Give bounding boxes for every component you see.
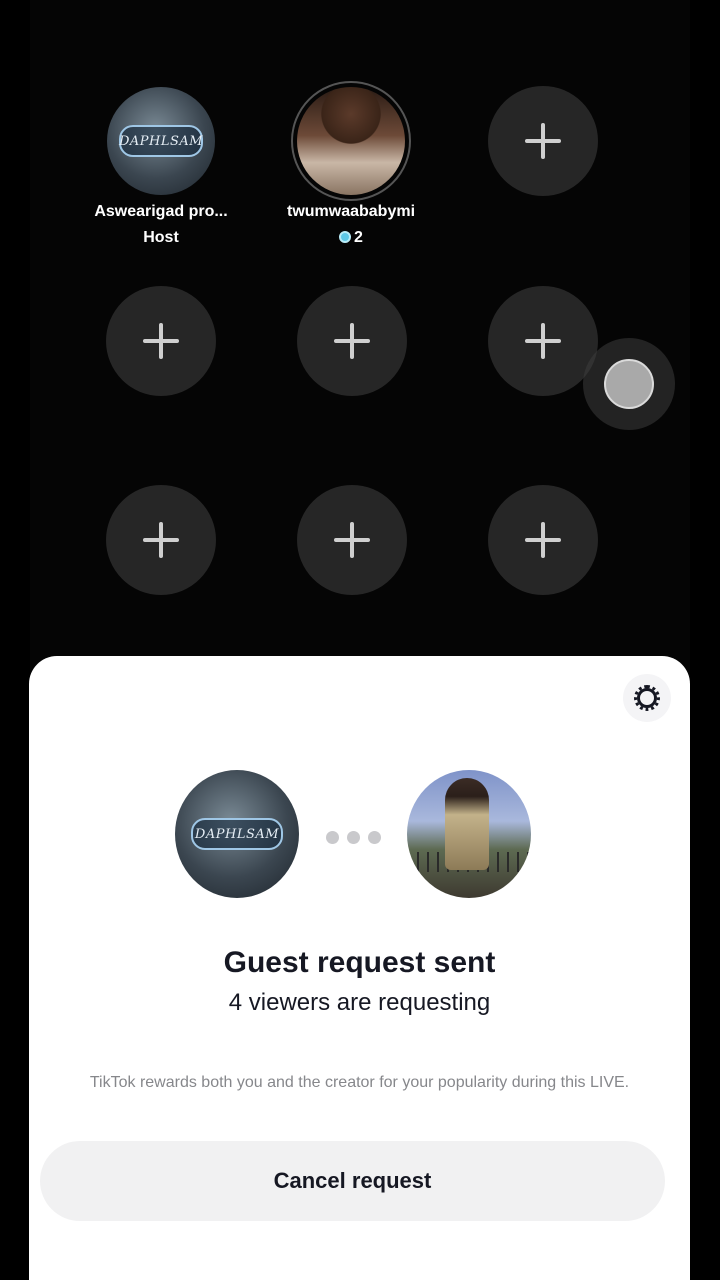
- dot: [347, 831, 360, 844]
- rewards-note: TikTok rewards both you and the creator …: [89, 1074, 630, 1091]
- cancel-request-button[interactable]: Cancel request: [40, 1141, 665, 1221]
- assistive-touch-knob: [604, 359, 654, 409]
- guest-request-sheet: DAPHLSAM Guest request sent 4 viewers ar…: [29, 656, 690, 1280]
- empty-slot[interactable]: [106, 485, 216, 595]
- plus-icon: [143, 323, 179, 359]
- empty-slot[interactable]: [297, 485, 407, 595]
- gear-icon: [634, 685, 660, 711]
- host-avatar[interactable]: DAPHLSAM: [107, 87, 215, 195]
- plus-icon: [525, 323, 561, 359]
- gem-icon: [339, 231, 352, 243]
- assistive-touch-button[interactable]: [583, 338, 675, 430]
- host-role: Host: [143, 229, 179, 246]
- person: [445, 778, 489, 870]
- settings-button[interactable]: [623, 674, 671, 722]
- plus-icon: [334, 522, 370, 558]
- guest-avatar[interactable]: [291, 81, 411, 201]
- host-name: Aswearigad pro...: [94, 203, 228, 220]
- empty-slot[interactable]: [488, 286, 598, 396]
- plus-icon: [143, 522, 179, 558]
- dot: [368, 831, 381, 844]
- guest-name: twumwaababymi: [286, 203, 416, 220]
- plus-icon: [334, 323, 370, 359]
- plus-icon: [525, 522, 561, 558]
- sheet-host-avatar: DAPHLSAM: [175, 770, 299, 898]
- guest-gem-value: 2: [354, 229, 363, 246]
- connecting-dots: [326, 831, 381, 844]
- request-subtitle: 4 viewers are requesting: [228, 989, 491, 1016]
- guest-gem-count: 2: [262, 229, 440, 247]
- empty-slot[interactable]: [488, 485, 598, 595]
- sheet-user-avatar: [407, 770, 531, 898]
- request-title: Guest request sent: [223, 946, 496, 979]
- host-logo: DAPHLSAM: [119, 125, 203, 157]
- empty-slot[interactable]: [106, 286, 216, 396]
- sheet-host-logo: DAPHLSAM: [191, 818, 283, 850]
- empty-slot[interactable]: [297, 286, 407, 396]
- guest-photo: [297, 87, 405, 195]
- dot: [326, 831, 339, 844]
- plus-icon: [525, 123, 561, 159]
- empty-slot[interactable]: [488, 86, 598, 196]
